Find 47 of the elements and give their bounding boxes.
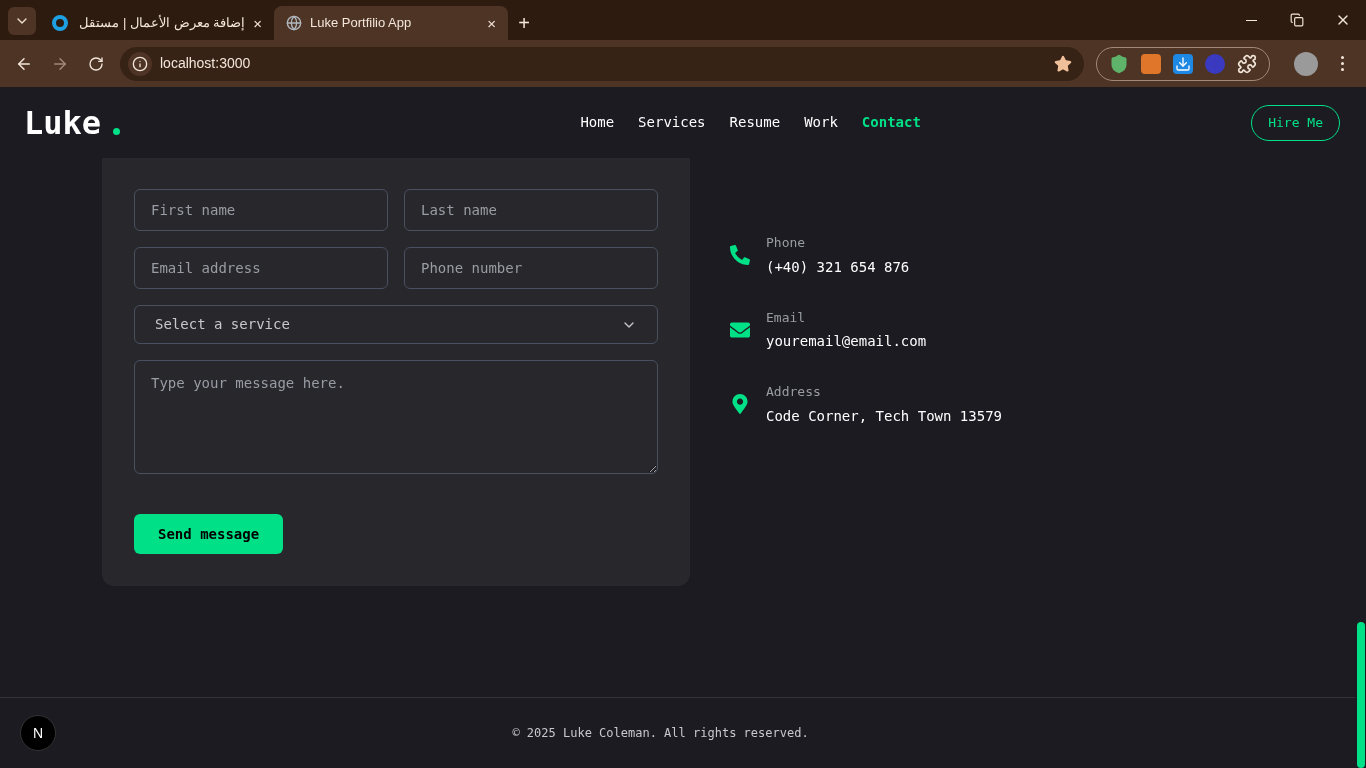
extension-icon[interactable] <box>1141 53 1161 74</box>
phone-icon <box>730 245 750 266</box>
more-icon <box>1340 56 1344 71</box>
copyright-text: © 2025 Luke Coleman. All rights reserved. <box>511 725 810 742</box>
site-logo[interactable]: Luke <box>24 106 102 139</box>
profile-avatar[interactable] <box>1294 51 1318 76</box>
next-badge[interactable]: N <box>20 715 56 751</box>
nav-link[interactable]: Home <box>580 112 615 133</box>
address-bar[interactable]: localhost:3000 <box>120 46 1084 81</box>
scrollbar-thumb[interactable] <box>1357 622 1365 768</box>
ring-icon <box>52 15 68 31</box>
contact-label: Address <box>766 383 822 401</box>
nav-link[interactable]: Work <box>804 112 838 133</box>
globe-icon <box>286 15 302 31</box>
info-icon <box>128 51 152 76</box>
tab-close-button[interactable]: × <box>253 15 262 31</box>
bookmark-star-icon[interactable] <box>1054 54 1072 73</box>
contact-value: Code Corner, Tech Town 13579 <box>766 406 1002 426</box>
minimize-icon <box>1245 19 1257 21</box>
restore-icon <box>1290 13 1304 27</box>
send-message-button[interactable]: Send message <box>134 514 284 554</box>
map-pin-icon <box>730 394 750 415</box>
nav-link[interactable]: Services <box>638 112 706 133</box>
nav-link[interactable]: Contact <box>861 112 921 133</box>
contact-value: youremail@email.com <box>766 332 927 351</box>
input-field[interactable]: Phone number <box>404 247 658 289</box>
url-text: localhost:3000 <box>160 54 252 73</box>
input-field[interactable]: Email address <box>134 247 388 289</box>
input-field[interactable]: Last name <box>404 189 658 231</box>
tab-list-button[interactable] <box>8 7 36 35</box>
new-tab-button[interactable]: + <box>508 6 540 40</box>
tab-title: Luke Portfilio App <box>310 14 413 33</box>
tab-title: إضافة معرض الأعمال | مستقل <box>78 14 246 33</box>
contact-label: Email <box>766 308 807 327</box>
service-select[interactable]: Select a service <box>134 305 658 344</box>
extensions-icon[interactable] <box>1237 53 1257 74</box>
contact-label: Phone <box>766 234 807 252</box>
download-icon[interactable] <box>1173 53 1193 74</box>
browser-tab[interactable]: إضافة معرض الأعمال | مستقل × <box>40 6 274 40</box>
nav-link[interactable]: Resume <box>729 112 781 133</box>
reload-icon <box>88 55 104 72</box>
browser-tab[interactable]: Luke Portfilio App × <box>274 6 508 40</box>
tab-close-button[interactable]: × <box>487 15 496 31</box>
shield-icon[interactable] <box>1109 53 1129 74</box>
message-field[interactable]: Type your message here. <box>134 360 658 474</box>
input-field[interactable]: First name <box>134 189 388 231</box>
contact-value: (+40) 321 654 876 <box>766 257 910 277</box>
